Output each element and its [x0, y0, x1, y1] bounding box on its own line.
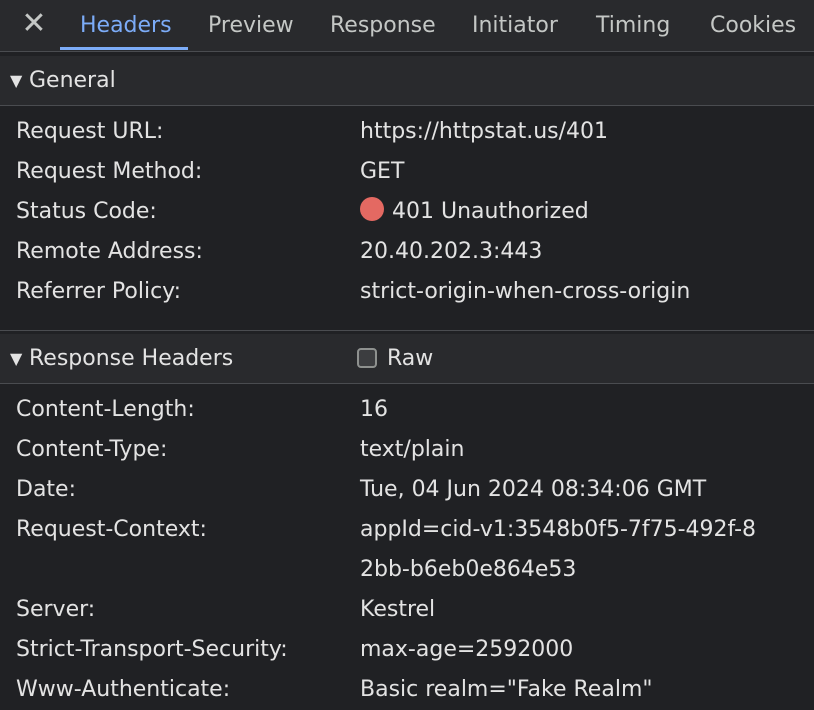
header-key: Request URL:: [16, 119, 164, 144]
header-key: Server:: [16, 597, 96, 622]
section-divider: [0, 330, 814, 331]
header-key: Status Code:: [16, 199, 157, 224]
header-value: GET: [360, 159, 405, 184]
close-icon[interactable]: ✕: [18, 8, 50, 40]
header-value: text/plain: [360, 437, 465, 462]
header-value: appId=cid-v1:3548b0f5-7f75-492f-82bb-b6e…: [360, 517, 757, 582]
collapse-triangle-icon[interactable]: ▼: [10, 348, 22, 370]
header-key: Date:: [16, 477, 76, 502]
header-value: Kestrel: [360, 597, 436, 622]
header-key: Referrer Policy:: [16, 279, 181, 304]
general-section-header[interactable]: ▼ General: [0, 56, 814, 106]
header-value: max-age=2592000: [360, 637, 574, 662]
header-value: Basic realm="Fake Realm": [360, 677, 653, 702]
devtools-tab-bar: ✕ Headers Preview Response Initiator Tim…: [0, 0, 814, 52]
header-value: 16: [360, 397, 388, 422]
collapse-triangle-icon[interactable]: ▼: [10, 70, 22, 92]
raw-label: Raw: [387, 346, 434, 371]
raw-checkbox[interactable]: [357, 348, 377, 368]
status-code-value: 401 Unauthorized: [360, 192, 800, 232]
response-headers-section-header[interactable]: ▼ Response Headers Raw: [0, 334, 814, 384]
header-value: strict-origin-when-cross-origin: [360, 279, 691, 304]
status-dot-icon: [360, 197, 384, 221]
header-key: Request-Context:: [16, 517, 207, 542]
header-key: Content-Type:: [16, 437, 168, 462]
tab-response[interactable]: Response: [330, 0, 436, 51]
active-tab-indicator: [60, 47, 188, 50]
header-key: Content-Length:: [16, 397, 195, 422]
header-key: Www-Authenticate:: [16, 677, 231, 702]
status-code-text: 401 Unauthorized: [392, 199, 589, 224]
header-key: Request Method:: [16, 159, 203, 184]
header-value: Tue, 04 Jun 2024 08:34:06 GMT: [360, 477, 707, 502]
general-section-title[interactable]: General: [29, 68, 116, 94]
tab-timing[interactable]: Timing: [596, 0, 670, 51]
response-headers-section-title[interactable]: Response Headers: [29, 346, 233, 372]
header-value: https://httpstat.us/401: [360, 119, 609, 144]
header-key: Strict-Transport-Security:: [16, 637, 288, 662]
header-value: 20.40.202.3:443: [360, 239, 543, 264]
tab-headers[interactable]: Headers: [80, 0, 172, 51]
header-key: Remote Address:: [16, 239, 203, 264]
tab-initiator[interactable]: Initiator: [472, 0, 558, 51]
tab-preview[interactable]: Preview: [208, 0, 294, 51]
tab-cookies[interactable]: Cookies: [710, 0, 796, 51]
